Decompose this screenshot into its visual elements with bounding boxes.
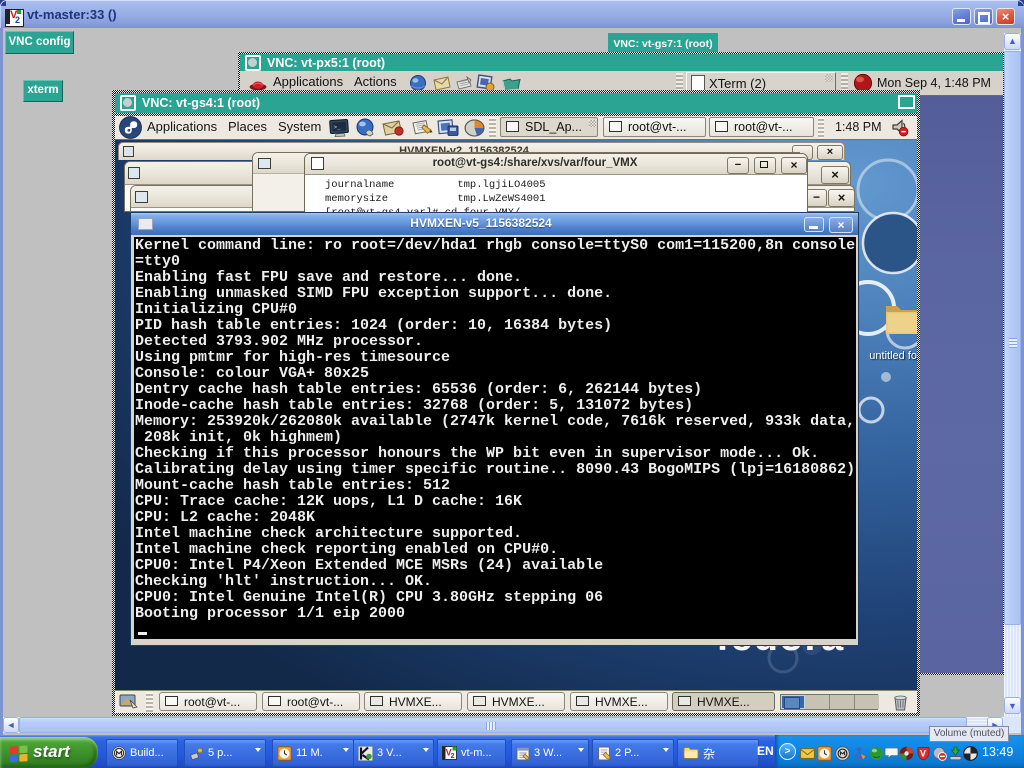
svg-text:V: V [920,749,926,759]
svg-text:2: 2 [451,753,455,760]
svg-text:>_: >_ [333,123,341,131]
